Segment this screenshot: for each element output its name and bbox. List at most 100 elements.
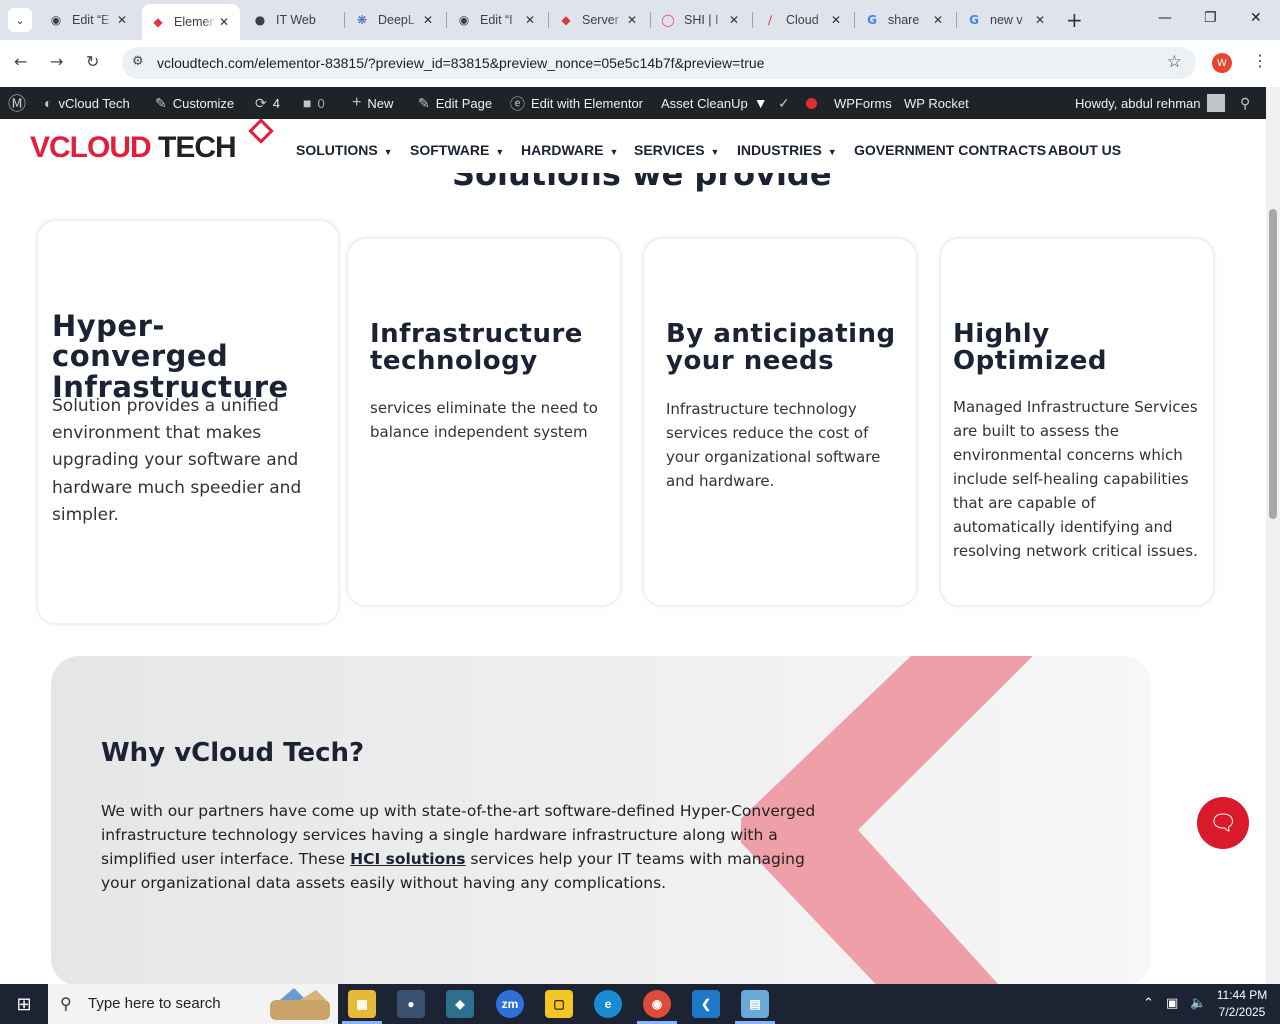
browser-tab[interactable]: ◆ Server ✕ [550,6,648,34]
customize-link[interactable]: ✎ Customize [155,87,234,119]
nav-hardware[interactable]: HARDWARE ▼ [521,142,618,158]
site-settings-icon[interactable]: ⚙ [132,54,144,69]
updates-icon: ⟳ [255,94,267,111]
chevron-down-icon: ⌄ [15,13,25,27]
bookmark-star-icon[interactable]: ☆ [1167,52,1182,72]
volume-icon[interactable]: 🔈 [1190,996,1206,1011]
minimize-icon[interactable]: — [1158,10,1172,26]
chat-button[interactable]: 🗨 [1197,797,1249,849]
browser-tab[interactable]: ❋ DeepL ✕ [346,6,444,34]
comments-link[interactable]: ■ 0 [303,87,325,119]
nav-industries[interactable]: INDUSTRIES ▼ [737,142,837,158]
hci-solutions-link[interactable]: HCI solutions [350,850,465,868]
logo-v: V [30,131,50,164]
chrome-icon[interactable]: ◉ [643,990,671,1018]
nav-label: SOFTWARE [410,142,490,158]
nav-label: HARDWARE [521,142,604,158]
close-window-icon[interactable]: ✕ [1250,10,1262,26]
browser-tab[interactable]: G new v ✕ [958,6,1056,34]
scrollbar-thumb[interactable] [1269,209,1277,519]
new-tab-button[interactable]: + [1066,10,1083,30]
app-cube-icon[interactable]: ◆ [446,990,474,1018]
back-icon[interactable]: ← [14,52,27,71]
new-label: New [367,95,394,111]
updates-link[interactable]: ⟳ 4 [255,87,280,119]
close-icon[interactable]: ✕ [930,13,946,27]
my-account-link[interactable]: Howdy, abdul rehman [1075,87,1225,119]
wpforms-link[interactable]: WPForms [834,87,892,119]
logo-tech: TECH [150,131,237,164]
reload-icon[interactable]: ↻ [86,52,99,71]
close-icon[interactable]: ✕ [216,15,232,29]
site-logo[interactable]: VCLOUD TECH [30,131,237,165]
edit-page-label: Edit Page [435,95,493,111]
network-icon[interactable]: ▣ [1166,996,1178,1011]
close-icon[interactable]: ✕ [522,13,538,27]
profile-avatar[interactable]: W [1212,53,1232,73]
windows-start-button[interactable]: ⊞ [0,984,48,1024]
solution-card: Infrastructure technology services elimi… [346,237,622,607]
nav-solutions[interactable]: SOLUTIONS ▼ [296,142,393,158]
close-icon[interactable]: ✕ [420,13,436,27]
app-notes-icon[interactable]: ▤ [741,990,769,1018]
close-icon[interactable]: ✕ [1032,13,1048,27]
tray-chevron-up-icon[interactable]: ⌃ [1143,996,1154,1011]
address-bar[interactable]: ⚙ vcloudtech.com/elementor-83815/?previe… [122,47,1196,79]
asset-cleanup-link[interactable]: Asset CleanUp ▼ [661,87,774,119]
tab-title: Edit “I [480,13,513,27]
site-name-link[interactable]: ◐ vCloud Tech [44,87,130,119]
wp-rocket-link[interactable]: WP Rocket [904,87,969,119]
forward-icon[interactable]: → [50,52,63,71]
caret-down-icon: ▼ [383,147,393,157]
wordpress-logo-button[interactable]: Ⓜ [8,87,32,119]
search-icon: ⚲ [60,994,72,1013]
url-text[interactable]: vcloudtech.com/elementor-83815/?preview_… [157,55,764,71]
taskbar-search[interactable]: ⚲ Type here to search [48,984,338,1024]
taskbar-clock[interactable]: 11:44 PM 7/2/2025 [1212,987,1272,1021]
yoast-link[interactable]: ✓ [778,87,817,119]
card-title: By anticipating your needs [666,319,896,377]
card-text: services eliminate the need to balance i… [370,399,598,441]
card-title: Highly Optimized [953,319,1107,377]
wp-admin-bar: Ⓜ ◐ vCloud Tech ✎ Customize ⟳ 4 ■ 0 + New ✎ Ed… [0,87,1266,119]
solution-card: Hyper-converged Infrastructure Solution … [36,219,340,625]
nav-about-us[interactable]: ABOUT US [1048,142,1121,158]
app-paint-icon[interactable]: ● [397,990,425,1018]
edit-with-elementor-link[interactable]: ⓔ Edit with Elementor [510,87,643,119]
tab-search-button[interactable]: ⌄ [8,8,32,32]
new-content-link[interactable]: + New [352,87,393,119]
menu-kebab-icon[interactable]: ⋮ [1252,51,1268,70]
file-explorer-icon[interactable]: ▦ [348,990,376,1018]
browser-tab[interactable]: ● IT Web [244,6,342,34]
page-scrollbar[interactable] [1266,87,1280,984]
nav-software[interactable]: SOFTWARE ▼ [410,142,504,158]
restore-icon[interactable]: ❐ [1204,10,1217,26]
sticky-notes-icon[interactable]: ▢ [545,990,573,1018]
shi-icon: ◯ [661,13,675,27]
admin-search-button[interactable]: ⚲ [1240,87,1256,119]
edit-page-link[interactable]: ✎ Edit Page [418,87,492,119]
howdy-label: Howdy, abdul rehman [1075,95,1201,111]
close-icon[interactable]: ✕ [726,13,742,27]
chat-bubbles-icon: 🗨 [1209,810,1237,836]
nav-government-contracts[interactable]: GOVERNMENT CONTRACTS [854,142,1046,158]
browser-tab[interactable]: G share ✕ [856,6,954,34]
edge-icon[interactable]: e [594,990,622,1018]
nav-services[interactable]: SERVICES ▼ [634,142,719,158]
browser-tab[interactable]: ◉ Edit “I ✕ [448,6,546,34]
nav-label: GOVERNMENT CONTRACTS [854,142,1047,158]
browser-tab[interactable]: ◯ SHI | I ✕ [652,6,750,34]
close-icon[interactable]: ✕ [624,13,640,27]
tab-title: IT Web [276,13,316,27]
browser-tab[interactable]: ∕ Cloud ✕ [754,6,852,34]
close-icon[interactable]: ✕ [114,13,130,27]
solution-card: By anticipating your needs Infrastructur… [642,237,918,607]
vscode-icon[interactable]: ❮ [692,990,720,1018]
tab-title: share [888,13,920,27]
close-icon[interactable]: ✕ [828,13,844,27]
zoom-icon[interactable]: zm [496,990,524,1018]
card-title: Infrastructure technology [370,319,583,377]
browser-tab[interactable]: ◉ Edit “E ✕ [40,6,138,34]
tab-title: Edit “E [72,13,110,27]
browser-tab-active[interactable]: ◆ Elementor ✕ [142,4,240,40]
